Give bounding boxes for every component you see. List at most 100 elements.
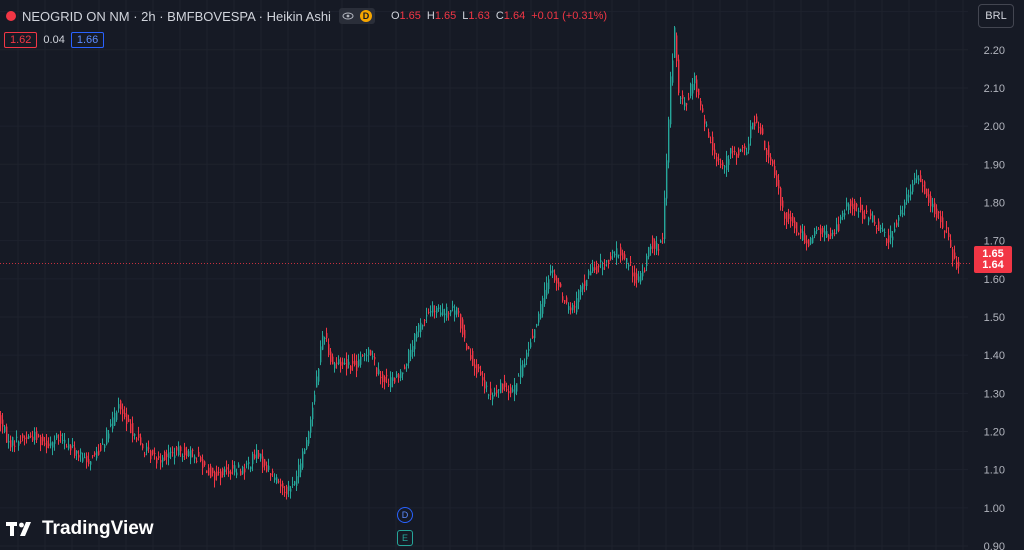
candle-body — [790, 216, 792, 222]
chart-legend: NEOGRID ON NM · 2h · BMFBOVESPA · Heikin… — [6, 6, 607, 26]
candle-body — [922, 185, 924, 187]
candle-body — [464, 329, 466, 339]
dividend-event-marker[interactable]: D — [397, 507, 413, 523]
candle-body — [370, 350, 372, 356]
candle-body — [372, 356, 374, 358]
candle-body — [876, 227, 878, 229]
candle-body — [432, 305, 434, 313]
candle-body — [54, 439, 56, 444]
candle-body — [892, 236, 894, 241]
candle-body — [454, 310, 456, 315]
candle-body — [50, 442, 52, 446]
candle-body — [728, 159, 730, 165]
candle-body — [594, 267, 596, 271]
candle-body — [244, 468, 246, 473]
candle-body — [0, 415, 2, 424]
candle-body — [500, 382, 502, 393]
candle-body — [206, 470, 208, 473]
candle-body — [292, 483, 294, 486]
candle-body — [882, 229, 884, 232]
candle-body — [806, 240, 808, 244]
candle-body — [946, 227, 948, 229]
candle-body — [864, 215, 866, 219]
candle-body — [180, 446, 182, 452]
candle-body — [786, 212, 788, 223]
candle-body — [270, 473, 272, 476]
candle-body — [816, 229, 818, 231]
candle-body — [662, 237, 664, 239]
candle-body — [530, 342, 532, 348]
candle-body — [380, 377, 382, 379]
candle-body — [716, 156, 718, 162]
candle-body — [406, 363, 408, 366]
candle-body — [484, 380, 486, 389]
candle-body — [424, 319, 426, 321]
candle-body — [224, 469, 226, 472]
candle-body — [474, 364, 476, 369]
delay-badge[interactable]: D — [356, 8, 375, 24]
candle-body — [62, 439, 64, 441]
candle-body — [192, 449, 194, 451]
candle-body — [608, 259, 610, 263]
candle-body — [698, 88, 700, 96]
candle-body — [222, 468, 224, 476]
candle-body — [106, 429, 108, 445]
candle-body — [36, 430, 38, 440]
candle-body — [402, 372, 404, 375]
candle-body — [684, 102, 686, 107]
price-chart[interactable]: 2.302.202.102.001.901.801.701.601.501.40… — [0, 0, 1024, 550]
candle-body — [632, 272, 634, 277]
candle-body — [200, 457, 202, 462]
candle-body — [800, 228, 802, 233]
candle-body — [150, 450, 152, 460]
candle-body — [246, 463, 248, 465]
candle-body — [638, 276, 640, 282]
candle-body — [310, 419, 312, 433]
candle-body — [56, 434, 58, 439]
candle-body — [26, 436, 28, 440]
currency-button[interactable]: BRL — [978, 4, 1014, 28]
candle-body — [364, 354, 366, 356]
candle-body — [902, 212, 904, 215]
candle-body — [396, 374, 398, 378]
candle-body — [354, 360, 356, 365]
candle-body — [478, 366, 480, 369]
candle-body — [342, 362, 344, 365]
ask-price[interactable]: 1.66 — [70, 32, 105, 48]
candle-body — [878, 221, 880, 231]
candle-body — [736, 153, 738, 158]
candle-body — [338, 359, 340, 364]
price-tick-label: 1.00 — [984, 503, 1005, 515]
earnings-event-marker[interactable]: E — [397, 530, 413, 546]
candle-body — [916, 175, 918, 180]
price-tick-label: 2.10 — [984, 83, 1005, 95]
candle-body — [436, 307, 438, 314]
candle-body — [634, 272, 636, 284]
candle-body — [440, 312, 442, 316]
candle-body — [2, 419, 4, 427]
candle-body — [792, 216, 794, 223]
candle-body — [4, 426, 6, 432]
bid-price[interactable]: 1.62 — [4, 32, 38, 48]
symbol-title[interactable]: NEOGRID ON NM · 2h · BMFBOVESPA · Heikin… — [22, 9, 331, 24]
candle-body — [528, 348, 530, 351]
candle-body — [874, 221, 876, 224]
candle-body — [492, 395, 494, 400]
candle-body — [754, 121, 756, 127]
eye-icon[interactable] — [338, 8, 357, 24]
tradingview-logo[interactable]: TradingView — [6, 518, 154, 540]
candle-body — [414, 333, 416, 350]
candle-body — [232, 465, 234, 469]
logo-text: TradingView — [42, 518, 154, 539]
candle-body — [104, 444, 106, 448]
candle-body — [252, 453, 254, 465]
candle-body — [712, 136, 714, 151]
candle-body — [956, 261, 958, 269]
candle-body — [858, 210, 860, 212]
candle-body — [678, 59, 680, 93]
candle-body — [744, 145, 746, 149]
candle-body — [906, 194, 908, 202]
candle-body — [142, 444, 144, 449]
candle-body — [526, 352, 528, 360]
price-tick-label: 1.40 — [984, 350, 1005, 362]
